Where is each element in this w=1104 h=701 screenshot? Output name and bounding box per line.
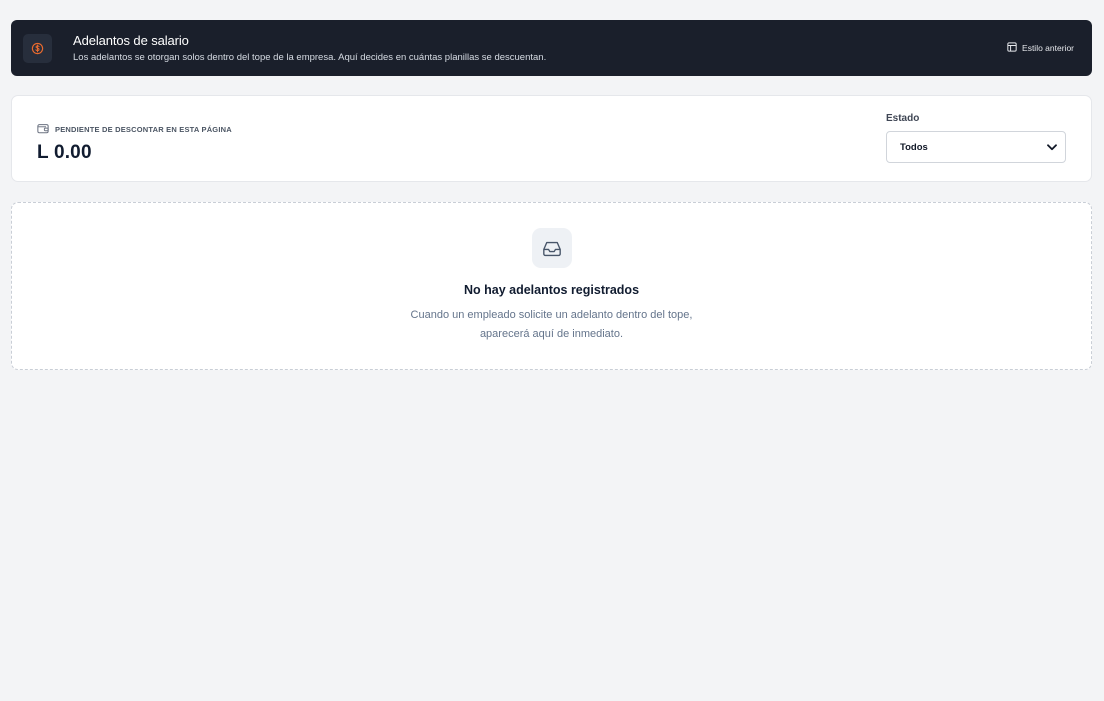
pending-summary: PENDIENTE DE DESCONTAR EN ESTA PÁGINA L … [37,123,232,164]
empty-state-description: Cuando un empleado solicite un adelanto … [12,306,1091,344]
pending-label: PENDIENTE DE DESCONTAR EN ESTA PÁGINA [55,125,232,134]
page: Adelantos de salario Los adelantos se ot… [0,0,1104,701]
empty-state-title: No hay adelantos registrados [463,283,640,297]
empty-state-card: No hay adelantos registrados Cuando un e… [11,202,1092,370]
page-title: Adelantos de salario [73,33,189,48]
pending-label-row: PENDIENTE DE DESCONTAR EN ESTA PÁGINA [37,123,232,136]
empty-state-description-line-2: aparecerá aquí de inmediato. [479,328,624,340]
previous-style-button[interactable]: Estilo anterior [1001,38,1080,58]
inbox-icon [532,228,572,268]
wallet-icon [37,123,49,136]
summary-card: PENDIENTE DE DESCONTAR EN ESTA PÁGINA L … [11,95,1092,182]
header-text: Adelantos de salario Los adelantos se ot… [73,32,546,64]
status-select-value: Todos [900,141,928,153]
page-header-banner: Adelantos de salario Los adelantos se ot… [11,20,1092,76]
coin-icon [23,33,52,63]
layout-icon [1007,42,1017,54]
pending-amount: L 0.00 [37,142,92,163]
page-subtitle: Los adelantos se otorgan solos dentro de… [73,52,547,63]
chevron-down-icon [1047,143,1057,151]
status-select[interactable]: Todos [886,131,1066,163]
empty-state-description-line-1: Cuando un empleado solicite un adelanto … [410,309,693,321]
previous-style-label: Estilo anterior [1022,43,1074,53]
status-filter: Estado Todos [886,113,1067,163]
status-filter-label: Estado [886,113,920,124]
